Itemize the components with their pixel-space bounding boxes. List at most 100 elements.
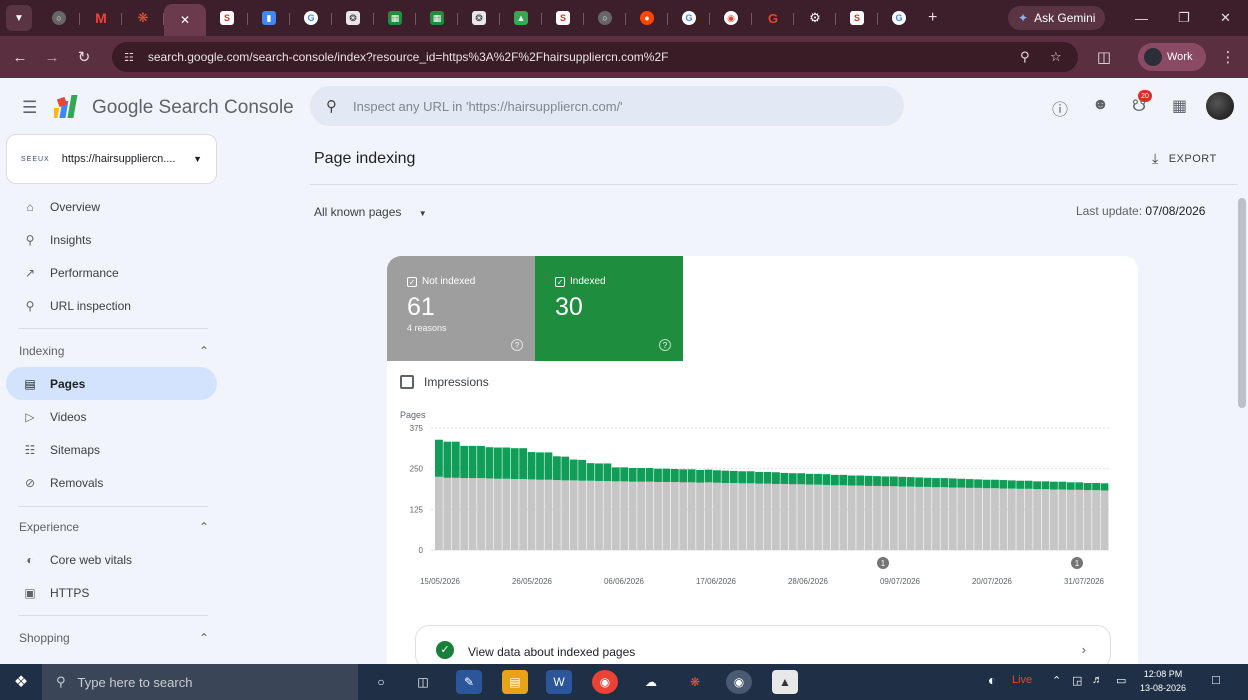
section-shopping-toggle[interactable]: Shopping ⌃	[19, 631, 209, 645]
section-experience-toggle[interactable]: Experience ⌃	[19, 520, 209, 534]
word-icon[interactable]: W	[546, 670, 572, 694]
sidebar-item-url-inspection[interactable]: ⚲ URL inspection	[6, 289, 217, 322]
sidebar-item-removals[interactable]: ⊘ Removals	[6, 466, 217, 499]
notification-center-icon[interactable]: □	[1212, 672, 1220, 687]
photos-icon[interactable]: ▲	[772, 670, 798, 694]
zoom-icon[interactable]: ⚲	[1020, 49, 1030, 65]
tab[interactable]: ❂	[332, 3, 374, 33]
tab[interactable]: M	[80, 3, 122, 33]
tab[interactable]: G	[668, 3, 710, 33]
sidebar-item-sitemaps[interactable]: ☷ Sitemaps	[6, 433, 217, 466]
weather-live-label[interactable]: Live	[1012, 674, 1032, 686]
sidebar-item-pages[interactable]: ▤ Pages	[6, 367, 217, 400]
manage-users-icon[interactable]: ☻	[1092, 96, 1109, 114]
page-scrollbar[interactable]	[1238, 198, 1246, 408]
tab[interactable]: ○	[38, 3, 80, 33]
section-indexing-toggle[interactable]: Indexing ⌃	[19, 344, 209, 358]
network-icon[interactable]: ◲	[1072, 674, 1082, 687]
restore-icon[interactable]: ❐	[1178, 0, 1190, 36]
volume-icon[interactable]: ♬	[1092, 674, 1103, 686]
tab[interactable]: ❋	[122, 3, 164, 33]
file-explorer-icon[interactable]: ▤	[502, 670, 528, 694]
close-window-icon[interactable]: ✕	[1220, 0, 1231, 36]
extensions-icon[interactable]: ◫	[1088, 48, 1120, 66]
reload-icon[interactable]: ↻	[68, 48, 100, 66]
cortana-icon[interactable]: ○	[368, 670, 394, 694]
burst-icon[interactable]: ❋	[682, 670, 708, 694]
notepad-icon[interactable]: ✎	[456, 670, 482, 694]
show-hidden-icons-chevron-icon[interactable]: ⌃	[1052, 674, 1061, 687]
checkbox-unchecked-icon[interactable]	[400, 375, 414, 389]
sidebar-item-core-web-vitals[interactable]: ◐ Core web vitals	[6, 543, 217, 576]
tab[interactable]: S	[542, 3, 584, 33]
sidebar-item-insights[interactable]: ⚲ Insights	[6, 223, 217, 256]
checkbox-checked-icon[interactable]: ✓	[407, 276, 417, 287]
sidebar-item-overview[interactable]: ⌂ Overview	[6, 190, 217, 223]
view-indexed-pages-row[interactable]: ✓ View data about indexed pages ›	[415, 625, 1111, 669]
browser-menu-icon[interactable]: ⋮	[1212, 48, 1244, 66]
app-icon[interactable]: ☁	[638, 670, 664, 694]
tab[interactable]: S	[206, 3, 248, 33]
close-tab-icon[interactable]: ✕	[180, 13, 190, 27]
tab[interactable]: ●	[626, 3, 668, 33]
tab[interactable]: G	[290, 3, 332, 33]
tab[interactable]: ○	[584, 3, 626, 33]
forward-icon[interactable]: →	[36, 49, 68, 66]
url-inspect-search[interactable]: ⚲ Inspect any URL in 'https://hairsuppli…	[310, 86, 904, 126]
site-info-icon[interactable]: ☷	[124, 51, 134, 64]
tab[interactable]: ▲	[500, 3, 542, 33]
hamburger-menu-icon[interactable]: ☰	[22, 98, 37, 118]
tab-search-button[interactable]: ▼	[6, 5, 32, 31]
bar-indexed	[637, 468, 646, 482]
address-bar[interactable]: ☷ search.google.com/search-console/index…	[112, 42, 1078, 72]
speed-icon: ◐	[26, 552, 34, 567]
bookmark-star-icon[interactable]: ☆	[1050, 49, 1062, 65]
chrome-icon[interactable]: ◉	[592, 670, 618, 694]
windows-start-icon[interactable]: ❖	[0, 664, 42, 700]
weather-globe-icon[interactable]: ◐	[988, 672, 996, 688]
tab[interactable]: ⚙	[794, 3, 836, 33]
pages-filter-dropdown[interactable]: All known pages ▼	[314, 205, 427, 219]
impressions-toggle[interactable]: Impressions	[400, 375, 489, 389]
bar-indexed	[603, 463, 612, 482]
property-selector[interactable]: SEEUX https://hairsuppliercn.... ▼	[6, 134, 217, 184]
task-view-icon[interactable]: ◫	[410, 670, 436, 694]
help-icon[interactable]: ?	[511, 339, 523, 351]
bar-not-indexed	[1033, 489, 1041, 550]
tab[interactable]: S	[836, 3, 878, 33]
profile-button[interactable]: Work	[1138, 43, 1206, 71]
x-tick-label: 31/07/2026	[1064, 577, 1105, 586]
tab[interactable]: G	[878, 3, 920, 33]
taskbar-search[interactable]: ⚲ Type here to search	[42, 664, 358, 700]
user-avatar[interactable]	[1206, 92, 1234, 120]
bar-not-indexed	[746, 483, 755, 550]
minimize-icon[interactable]: —	[1135, 0, 1148, 36]
help-icon[interactable]: ⓘ	[1052, 96, 1068, 120]
system-clock[interactable]: 12:08 PM 13-08-2026	[1140, 667, 1186, 695]
sidebar-item-https[interactable]: ▣ HTTPS	[6, 576, 217, 609]
ask-gemini-button[interactable]: ✦ Ask Gemini	[1008, 6, 1106, 30]
tab-active[interactable]: ✕	[164, 4, 206, 36]
export-button[interactable]: ⤓ EXPORT	[1152, 150, 1217, 167]
tab[interactable]: G	[752, 3, 794, 33]
sidebar-item-videos[interactable]: ▷ Videos	[6, 400, 217, 433]
chrome-profile-icon[interactable]: ◉	[726, 670, 752, 694]
tab[interactable]: ▦	[416, 3, 458, 33]
checkbox-checked-icon[interactable]: ✓	[555, 276, 565, 287]
new-tab-icon[interactable]: +	[928, 9, 937, 27]
tab[interactable]: ▮	[248, 3, 290, 33]
battery-icon[interactable]: ▭	[1116, 674, 1126, 687]
tab[interactable]: ❂	[458, 3, 500, 33]
address-url[interactable]: search.google.com/search-console/index?r…	[148, 50, 669, 64]
tab[interactable]: ◉	[710, 3, 752, 33]
bar-indexed	[957, 478, 966, 488]
back-icon[interactable]: ←	[4, 49, 36, 66]
bar-indexed	[814, 473, 822, 485]
sidebar-item-label: Removals	[50, 475, 104, 490]
sidebar-item-performance[interactable]: ↗ Performance	[6, 256, 217, 289]
tab[interactable]: ▦	[374, 3, 416, 33]
help-icon[interactable]: ?	[659, 339, 671, 351]
indexed-tile[interactable]: ✓ Indexed 30 ?	[535, 256, 683, 361]
apps-grid-icon[interactable]: ▦	[1172, 96, 1187, 116]
not-indexed-tile[interactable]: ✓ Not indexed 61 4 reasons ?	[387, 256, 535, 361]
